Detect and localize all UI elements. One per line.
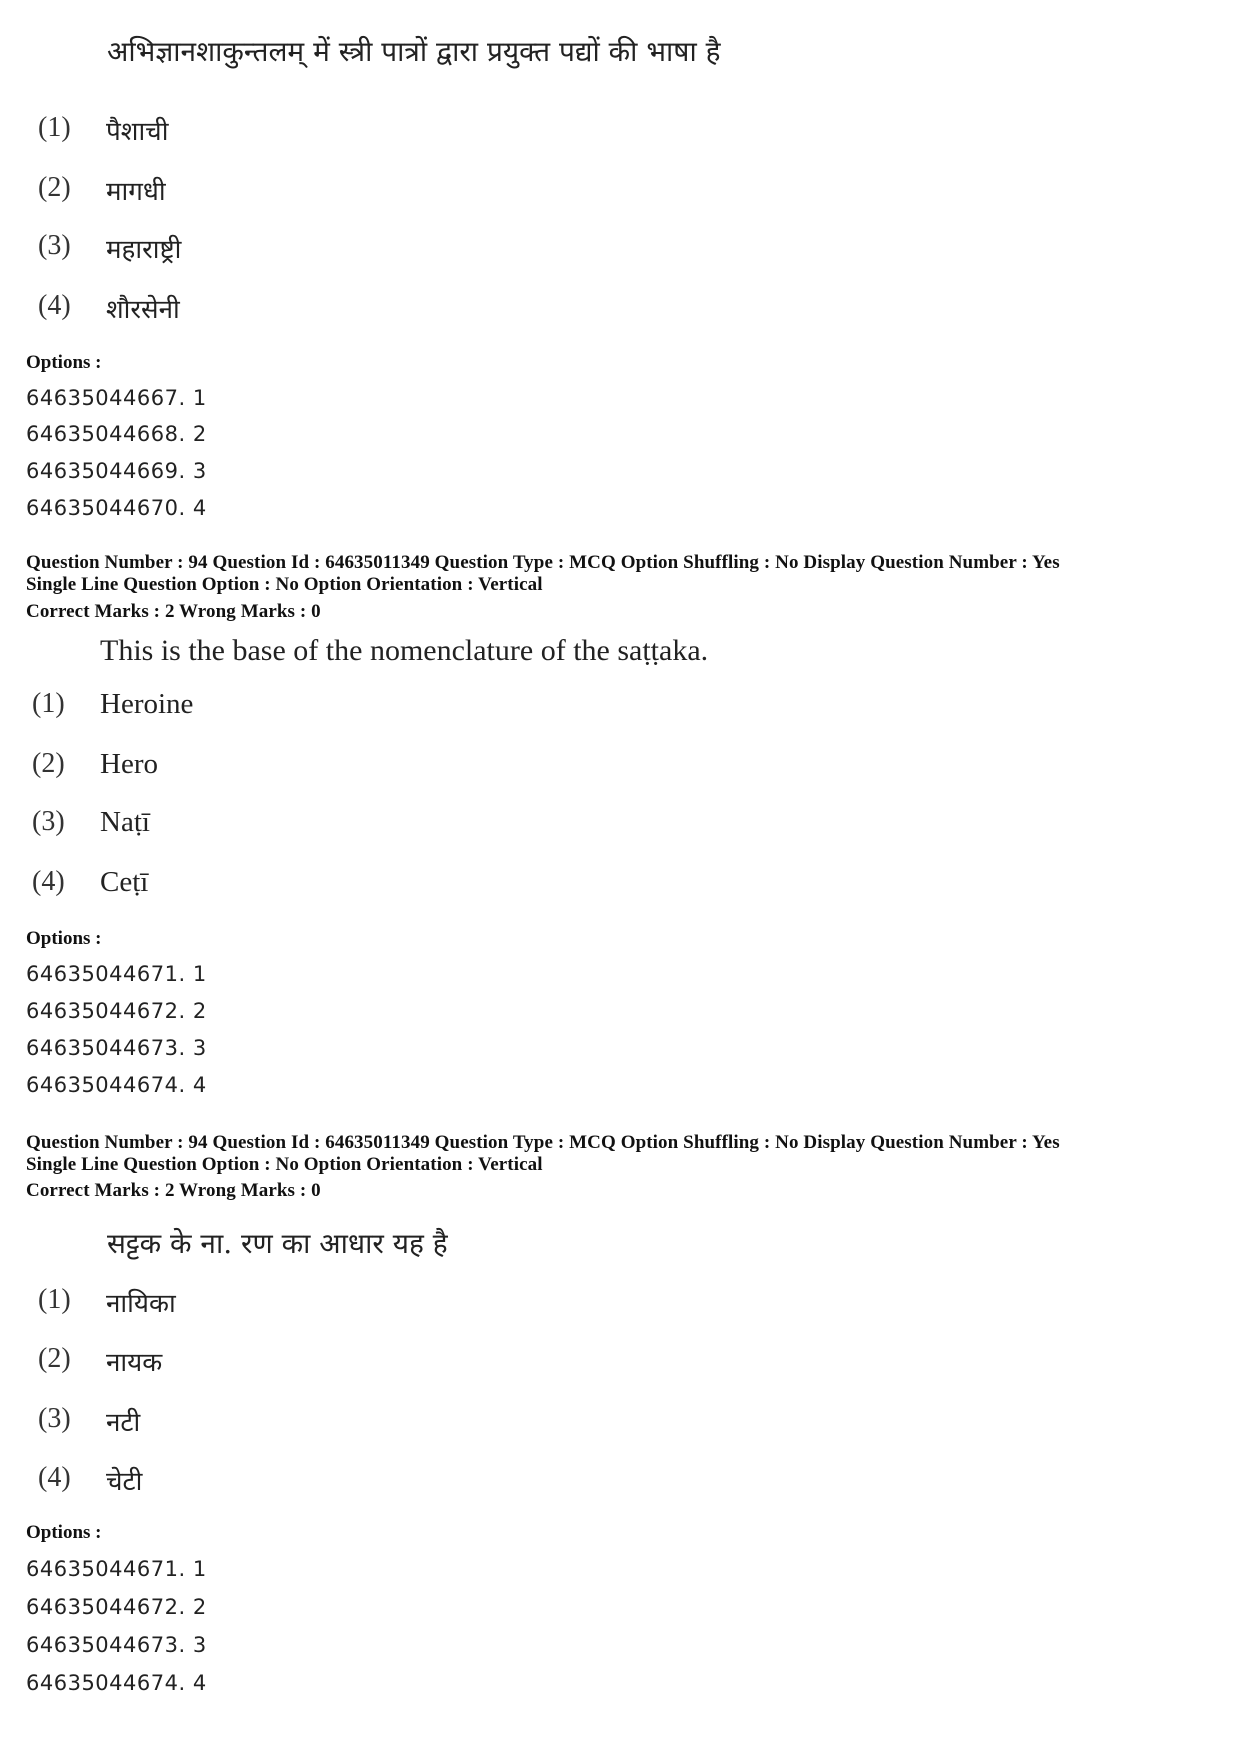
choice-number: (4) bbox=[38, 290, 71, 321]
option-id: 64635044672. 2 bbox=[26, 999, 207, 1023]
choice-text: पैशाची bbox=[106, 117, 169, 147]
choice-text: Ceṭī bbox=[100, 866, 149, 898]
choice-text: शौरसेनी bbox=[106, 295, 180, 325]
choice-number: (2) bbox=[38, 172, 71, 203]
choice-text: Naṭī bbox=[100, 806, 150, 838]
choice-text: चेटी bbox=[106, 1467, 143, 1497]
choice-text: नायिका bbox=[106, 1289, 176, 1319]
choice-number: (1) bbox=[38, 112, 71, 143]
choice-number: (2) bbox=[38, 1343, 71, 1374]
question-meta-line1: Question Number : 94 Question Id : 64635… bbox=[26, 1132, 1060, 1153]
option-id: 64635044673. 3 bbox=[26, 1633, 207, 1657]
question-meta-line2: Single Line Question Option : No Option … bbox=[26, 1154, 543, 1175]
choice-number: (1) bbox=[38, 1284, 71, 1315]
option-id: 64635044674. 4 bbox=[26, 1073, 207, 1097]
option-id: 64635044668. 2 bbox=[26, 422, 207, 446]
question-marks: Correct Marks : 2 Wrong Marks : 0 bbox=[26, 601, 321, 622]
choice-text: Hero bbox=[100, 748, 158, 780]
options-label: Options : bbox=[26, 928, 102, 949]
choice-number: (1) bbox=[32, 688, 65, 719]
question-text: अभिज्ञानशाकुन्तलम् में स्त्री पात्रों द्… bbox=[107, 35, 721, 68]
choice-number: (3) bbox=[38, 230, 71, 261]
question-meta-line2: Single Line Question Option : No Option … bbox=[26, 574, 543, 595]
choice-text: नटी bbox=[106, 1408, 141, 1438]
choice-number: (3) bbox=[32, 806, 65, 837]
option-id: 64635044672. 2 bbox=[26, 1595, 207, 1619]
option-id: 64635044673. 3 bbox=[26, 1036, 207, 1060]
question-text: सट्टक के ना. रण का आधार यह है bbox=[107, 1227, 448, 1260]
choice-number: (3) bbox=[38, 1403, 71, 1434]
choice-number: (4) bbox=[38, 1462, 71, 1493]
option-id: 64635044669. 3 bbox=[26, 459, 207, 483]
question-marks: Correct Marks : 2 Wrong Marks : 0 bbox=[26, 1180, 321, 1201]
options-label: Options : bbox=[26, 352, 102, 373]
option-id: 64635044671. 1 bbox=[26, 1557, 207, 1581]
option-id: 64635044670. 4 bbox=[26, 496, 207, 520]
choice-text: महाराष्ट्री bbox=[106, 235, 182, 265]
option-id: 64635044667. 1 bbox=[26, 386, 207, 410]
choice-number: (2) bbox=[32, 748, 65, 779]
choice-text: नायक bbox=[106, 1348, 163, 1378]
question-meta-line1: Question Number : 94 Question Id : 64635… bbox=[26, 552, 1060, 573]
choice-number: (4) bbox=[32, 866, 65, 897]
options-label: Options : bbox=[26, 1522, 102, 1543]
option-id: 64635044671. 1 bbox=[26, 962, 207, 986]
question-text: This is the base of the nomenclature of … bbox=[100, 634, 709, 667]
choice-text: मागधी bbox=[106, 177, 166, 207]
option-id: 64635044674. 4 bbox=[26, 1671, 207, 1695]
choice-text: Heroine bbox=[100, 688, 194, 720]
